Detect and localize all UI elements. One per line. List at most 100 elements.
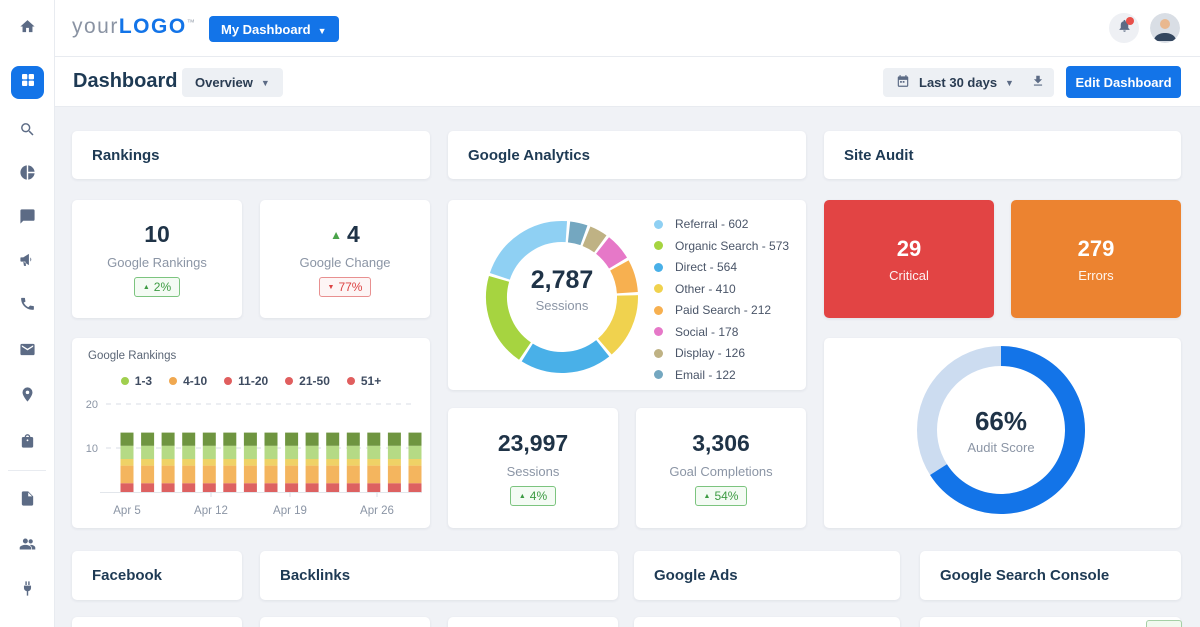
megaphone-icon: [19, 251, 36, 273]
legend-item: Direct - 564: [654, 260, 789, 274]
stat-card-goal-completions: 3,306 Goal Completions ▲54%: [636, 408, 806, 528]
logo[interactable]: yourLOGO™: [72, 15, 195, 39]
sidebar-item-calls[interactable]: [11, 289, 44, 322]
google-rankings-chart-card: Google Rankings 1-34-1011-2021-5051+ 102…: [72, 338, 430, 528]
donut-center-label: 2,787 Sessions: [492, 266, 632, 313]
sidebar-item-ecommerce[interactable]: [11, 426, 44, 459]
view-selector-dropdown[interactable]: Overview▼: [182, 68, 283, 97]
page-header: Dashboard Overview▼ Last 30 days▼ Edit D…: [55, 57, 1200, 107]
users-icon: [19, 535, 36, 557]
notification-dot: [1126, 17, 1134, 25]
user-avatar[interactable]: [1150, 13, 1180, 43]
partial-card: [72, 617, 242, 627]
chat-icon: [19, 208, 36, 230]
page-title: Dashboard: [73, 70, 177, 93]
sidebar-item-messages[interactable]: [11, 202, 44, 235]
audit-score-card: 66% Audit Score: [824, 338, 1181, 528]
svg-text:Apr 26: Apr 26: [360, 505, 394, 517]
sidebar-item-documents[interactable]: [11, 484, 44, 517]
change-badge: ▲4%: [510, 486, 556, 506]
section-header-google-ads: Google Ads: [634, 551, 900, 600]
stat-value: ▲4: [330, 221, 360, 248]
phone-icon: [19, 295, 36, 317]
legend-item: Paid Search - 212: [654, 303, 789, 317]
sidebar: [0, 0, 55, 627]
legend-dot-icon: [654, 220, 663, 229]
up-triangle-icon: ▲: [704, 493, 711, 500]
top-bar: yourLOGO™ My Dashboard▼: [55, 0, 1200, 57]
svg-text:Apr 12: Apr 12: [194, 505, 228, 517]
up-triangle-icon: ▲: [143, 284, 150, 291]
stat-card-sessions: 23,997 Sessions ▲4%: [448, 408, 618, 528]
stat-label: Goal Completions: [669, 464, 772, 479]
calendar-icon: [896, 74, 919, 91]
notifications-button[interactable]: [1109, 13, 1139, 43]
up-triangle-icon: ▲: [330, 228, 342, 242]
location-pin-icon: [19, 386, 36, 408]
chevron-down-icon: ▼: [261, 78, 270, 88]
section-header-facebook: Facebook: [72, 551, 242, 600]
edit-dashboard-button[interactable]: Edit Dashboard: [1066, 66, 1181, 98]
sidebar-item-home[interactable]: [11, 12, 44, 45]
legend-dot-icon: [654, 284, 663, 293]
stat-label: Google Rankings: [107, 255, 207, 270]
down-triangle-icon: ▼: [328, 284, 335, 291]
search-icon: [19, 121, 36, 143]
download-icon: [1031, 74, 1045, 91]
partial-card: [260, 617, 430, 627]
sidebar-item-integrations[interactable]: [11, 574, 44, 607]
section-header-rankings: Rankings: [72, 131, 430, 179]
partial-change-badge: [1146, 620, 1182, 627]
sidebar-item-email[interactable]: [11, 335, 44, 368]
chevron-down-icon: ▼: [1005, 78, 1014, 88]
svg-text:Apr 5: Apr 5: [113, 505, 141, 517]
mail-icon: [19, 341, 36, 363]
legend-dot-icon: [654, 306, 663, 315]
stat-value: 3,306: [692, 430, 750, 457]
legend-item: Social - 178: [654, 325, 789, 339]
critical-card: 29 Critical: [824, 200, 994, 318]
sidebar-item-campaigns[interactable]: [11, 245, 44, 278]
stacked-bar-chart: 1020Apr 5Apr 12Apr 19Apr 26: [72, 338, 430, 528]
svg-text:10: 10: [86, 443, 98, 455]
stat-card-google-rankings: 10 Google Rankings ▲2%: [72, 200, 242, 318]
change-badge: ▲2%: [134, 277, 180, 297]
dashboard-grid-icon: [20, 72, 36, 93]
legend-dot-icon: [654, 370, 663, 379]
sidebar-item-search[interactable]: [11, 115, 44, 148]
legend-dot-icon: [654, 263, 663, 272]
up-triangle-icon: ▲: [519, 493, 526, 500]
legend-item: Email - 122: [654, 368, 789, 382]
sidebar-item-dashboard[interactable]: [11, 66, 44, 99]
legend-item: Display - 126: [654, 346, 789, 360]
stat-label: Google Change: [299, 255, 390, 270]
stat-card-google-change: ▲4 Google Change ▼77%: [260, 200, 430, 318]
chevron-down-icon: ▼: [318, 26, 327, 36]
pie-chart-icon: [19, 164, 36, 186]
donut-legend: Referral - 602Organic Search - 573Direct…: [654, 217, 789, 382]
legend-dot-icon: [654, 327, 663, 336]
section-header-google-analytics: Google Analytics: [448, 131, 806, 179]
stat-value: 10: [144, 221, 170, 248]
shopping-bag-icon: [19, 432, 36, 454]
legend-item: Other - 410: [654, 282, 789, 296]
partial-card: [634, 617, 900, 627]
errors-card: 279 Errors: [1011, 200, 1181, 318]
partial-card: [920, 617, 1181, 627]
legend-item: Organic Search - 573: [654, 239, 789, 253]
change-badge: ▼77%: [319, 277, 372, 297]
partial-card: [448, 617, 618, 627]
my-dashboard-dropdown[interactable]: My Dashboard▼: [209, 16, 339, 42]
document-icon: [19, 490, 36, 512]
sidebar-item-clients[interactable]: [11, 529, 44, 562]
stat-value: 23,997: [498, 430, 568, 457]
section-header-site-audit: Site Audit: [824, 131, 1181, 179]
svg-text:Apr 19: Apr 19: [273, 505, 307, 517]
gauge-center-label: 66% Audit Score: [921, 406, 1081, 455]
date-range-dropdown[interactable]: Last 30 days▼: [883, 68, 1027, 97]
download-button[interactable]: [1021, 68, 1054, 97]
sidebar-item-local[interactable]: [11, 380, 44, 413]
sidebar-item-reports[interactable]: [11, 158, 44, 191]
stat-label: Sessions: [507, 464, 560, 479]
plug-icon: [19, 580, 36, 602]
